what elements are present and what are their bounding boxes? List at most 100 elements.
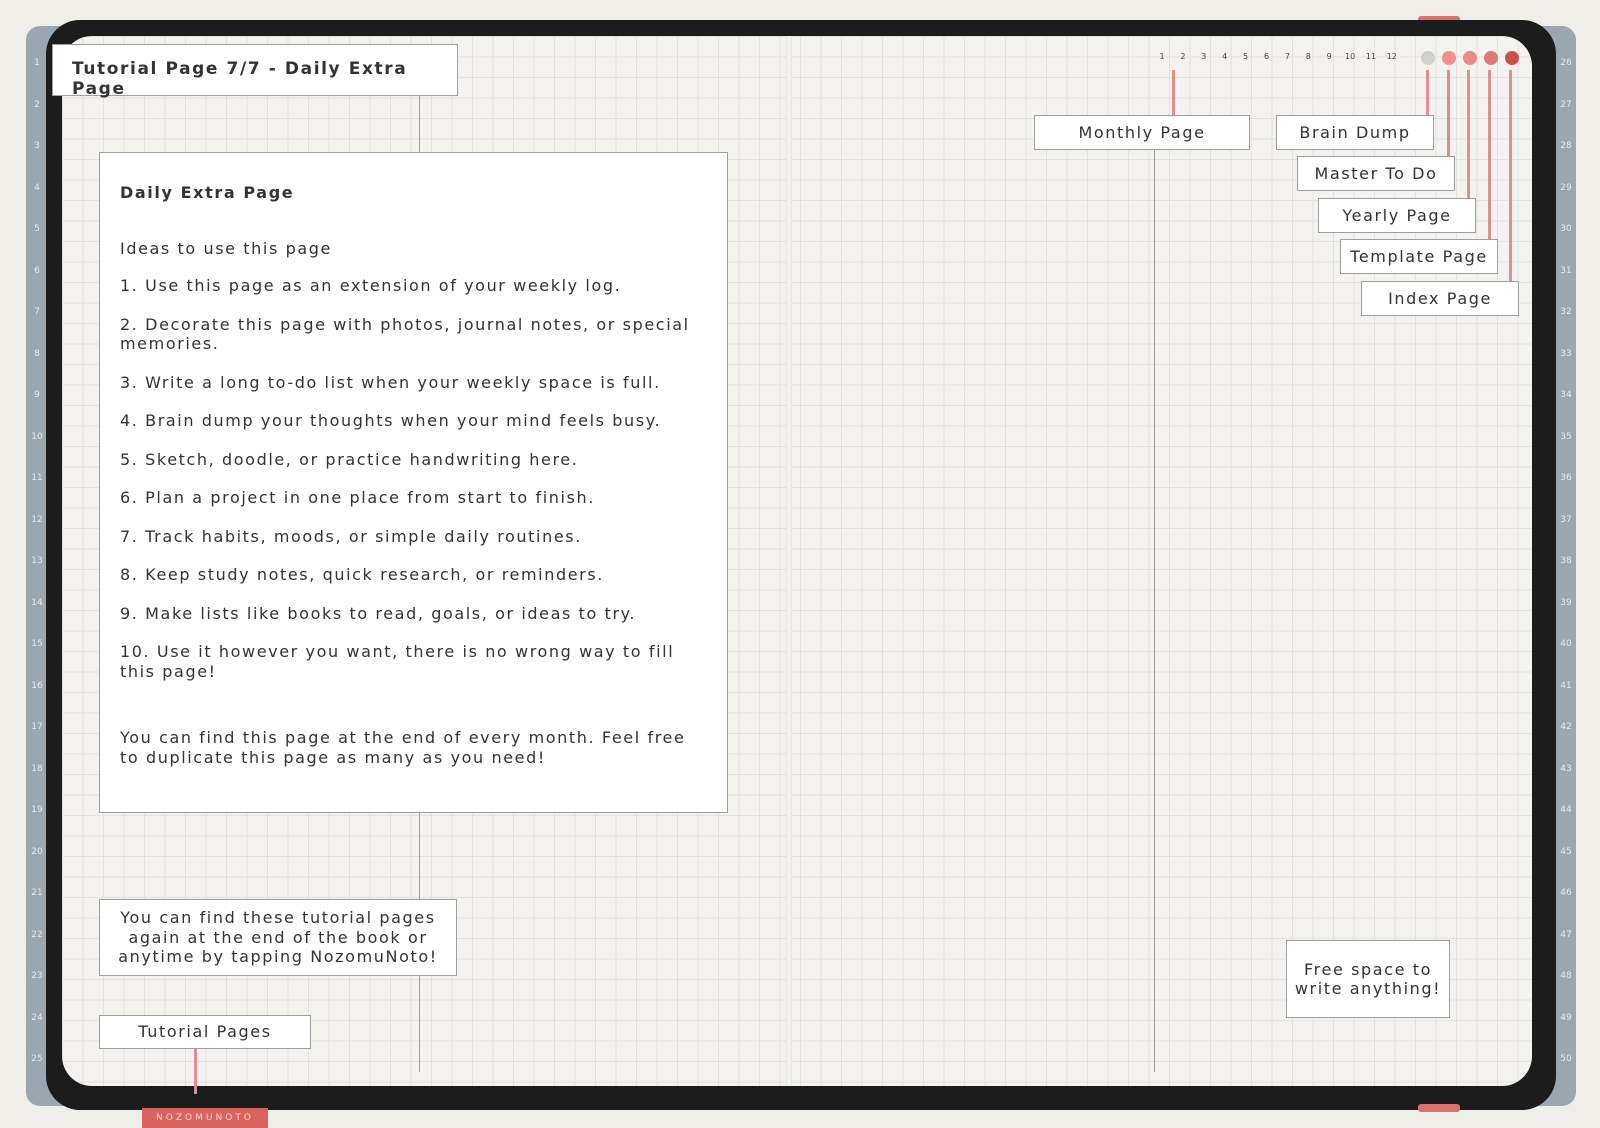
row-number: 31 [1560, 265, 1572, 276]
month-tab-11[interactable]: 11 [1361, 52, 1381, 61]
month-tab-1[interactable]: 1 [1152, 52, 1172, 61]
row-number: 20 [31, 846, 43, 857]
month-tab-6[interactable]: 6 [1257, 52, 1277, 61]
list-item: 2. Decorate this page with photos, journ… [120, 314, 690, 354]
brain-dump-connector [1426, 70, 1429, 115]
row-number: 35 [1560, 431, 1572, 442]
master-todo-button[interactable]: Master To Do [1297, 156, 1455, 191]
card-footer: You can find this page at the end of eve… [120, 728, 686, 767]
ideas-list: 1. Use this page as an extension of your… [120, 276, 707, 681]
month-tab-9[interactable]: 9 [1319, 52, 1339, 61]
row-number: 11 [31, 473, 43, 483]
row-number: 23 [31, 971, 43, 981]
template-page-button[interactable]: Template Page [1340, 239, 1498, 274]
monthly-page-button[interactable]: Monthly Page [1034, 115, 1250, 150]
row-number: 45 [1560, 846, 1572, 857]
index-dot[interactable] [1505, 51, 1519, 65]
row-number: 50 [1560, 1054, 1572, 1064]
row-number: 5 [34, 224, 40, 234]
month-tab-3[interactable]: 3 [1194, 52, 1214, 61]
row-number: 30 [1560, 224, 1572, 234]
row-number: 47 [1560, 929, 1572, 940]
row-number: 41 [1560, 680, 1572, 691]
month-tab-2[interactable]: 2 [1173, 52, 1193, 61]
row-number: 22 [31, 929, 43, 940]
brain-dump-dot[interactable] [1421, 51, 1435, 65]
row-number: 16 [31, 680, 43, 691]
row-number: 40 [1560, 639, 1572, 649]
list-item: 8. Keep study notes, quick research, or … [120, 565, 604, 584]
yearly-page-button[interactable]: Yearly Page [1318, 198, 1476, 233]
row-number: 3 [34, 141, 40, 151]
tutorial-pages-connector [194, 1049, 197, 1094]
row-number: 18 [31, 763, 43, 774]
list-item: 4. Brain dump your thoughts when your mi… [120, 411, 662, 430]
card-subtitle: Ideas to use this page [120, 238, 332, 258]
list-item: 3. Write a long to-do list when your wee… [120, 372, 661, 392]
list-item: 9. Make lists like books to read, goals,… [120, 603, 637, 623]
row-number: 38 [1560, 556, 1572, 566]
month-tab-7[interactable]: 7 [1277, 52, 1297, 61]
page-title: Tutorial Page 7/7 - Daily Extra Page [52, 44, 458, 99]
row-number: 29 [1560, 182, 1572, 193]
monthly-column-line [1154, 150, 1155, 1072]
row-number: 10 [31, 431, 43, 442]
row-number: 49 [1560, 1012, 1572, 1023]
yearly-dot[interactable] [1463, 51, 1477, 65]
row-number: 26 [1560, 58, 1572, 68]
row-number: 8 [34, 348, 40, 359]
template-dot[interactable] [1484, 51, 1498, 65]
month-tab-10[interactable]: 10 [1340, 52, 1360, 61]
yearly-connector [1467, 70, 1470, 198]
row-number: 12 [31, 514, 43, 525]
row-number: 36 [1560, 473, 1572, 483]
row-number: 6 [34, 265, 40, 276]
free-space-note: Free space to write anything! [1286, 940, 1450, 1018]
row-number: 25 [31, 1054, 43, 1064]
row-number: 33 [1560, 348, 1572, 359]
row-number: 46 [1560, 888, 1572, 898]
list-item: 7. Track habits, moods, or simple daily … [120, 526, 582, 546]
row-number: 44 [1560, 805, 1572, 815]
card-title: Daily Extra Page [120, 183, 295, 202]
master-todo-connector [1447, 70, 1450, 156]
row-number: 2 [34, 99, 40, 110]
month-tab-8[interactable]: 8 [1298, 52, 1318, 61]
row-number: 1 [34, 58, 40, 68]
tutorial-info-note: You can find these tutorial pages again … [99, 899, 457, 976]
row-number: 39 [1560, 597, 1572, 608]
row-number: 9 [34, 390, 40, 400]
row-number: 15 [31, 639, 43, 649]
template-connector [1488, 70, 1491, 239]
master-todo-dot[interactable] [1442, 51, 1456, 65]
row-number: 32 [1560, 307, 1572, 317]
list-item: 1. Use this page as an extension of your… [120, 276, 622, 295]
row-number: 28 [1560, 141, 1572, 151]
month-tab-5[interactable]: 5 [1236, 52, 1256, 61]
list-item: 10. Use it however you want, there is no… [120, 642, 675, 681]
row-number: 42 [1560, 722, 1572, 732]
row-number: 37 [1560, 514, 1572, 525]
row-number: 43 [1560, 763, 1572, 774]
row-number: 4 [34, 182, 40, 193]
index-page-button[interactable]: Index Page [1361, 281, 1519, 316]
row-number: 34 [1560, 390, 1572, 400]
daily-extra-card: Daily Extra Page Ideas to use this page … [99, 152, 728, 813]
tutorial-pages-button[interactable]: Tutorial Pages [99, 1015, 311, 1049]
row-number: 17 [31, 722, 43, 732]
row-number: 27 [1560, 99, 1572, 110]
index-connector [1509, 70, 1512, 281]
row-number: 19 [31, 805, 43, 815]
brain-dump-button[interactable]: Brain Dump [1276, 115, 1434, 150]
row-number: 24 [31, 1012, 43, 1023]
nozomunoto-brand-tab[interactable]: NOZOMUNOTO [142, 1108, 268, 1128]
list-item: 5. Sketch, doodle, or practice handwriti… [120, 449, 579, 469]
month-tab-4[interactable]: 4 [1215, 52, 1235, 61]
monthly-connector [1172, 70, 1175, 115]
list-item: 6. Plan a project in one place from star… [120, 488, 595, 507]
page-spine [786, 36, 792, 1086]
month-tab-12[interactable]: 12 [1382, 52, 1402, 61]
ribbon-bookmark-bottom [1418, 1104, 1460, 1112]
row-number: 21 [31, 888, 43, 898]
row-number: 13 [31, 556, 43, 566]
